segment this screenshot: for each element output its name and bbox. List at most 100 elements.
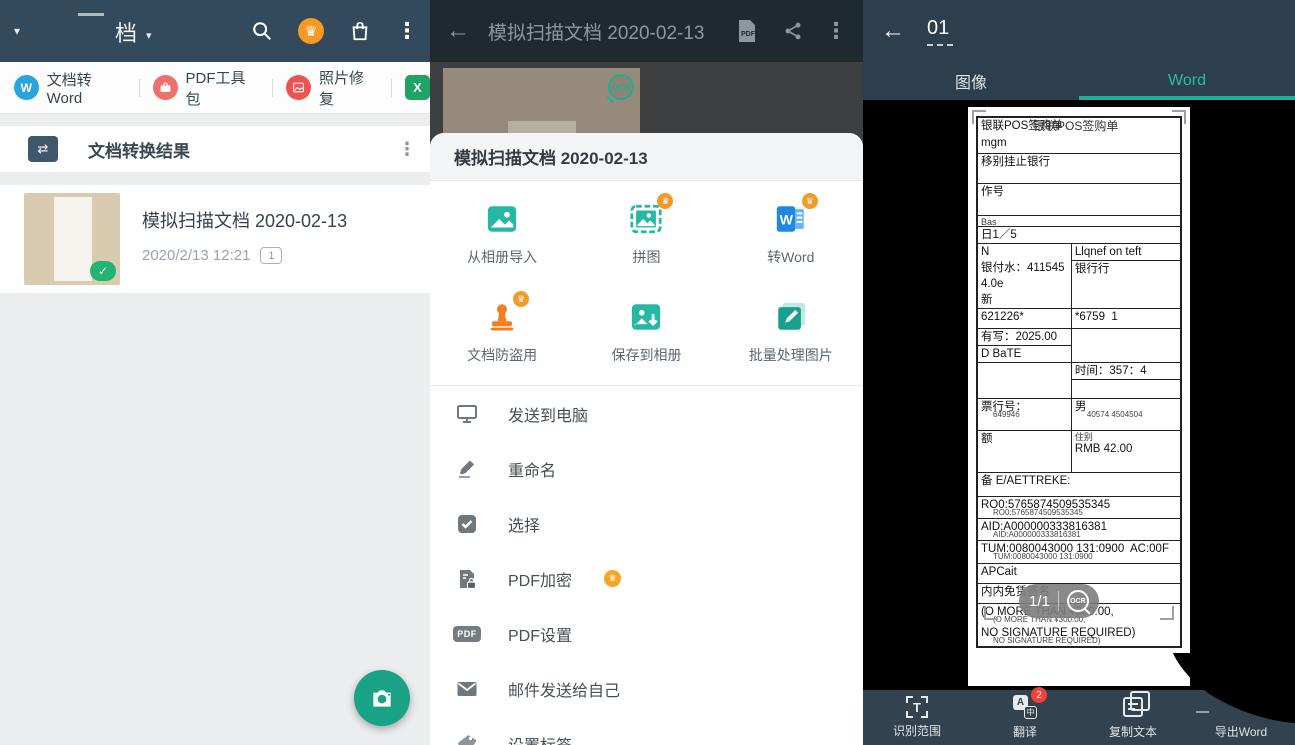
receipt-cell: 银联POS签购单银联POS签购单mgm	[978, 118, 1180, 153]
action-batch-process[interactable]: 批量处理图片	[719, 283, 863, 381]
receipt-row: RO0:5765874509535345RO0:5765874509535345	[978, 497, 1180, 519]
tab-word[interactable]: Word	[1079, 62, 1295, 100]
camera-fab[interactable]	[354, 670, 410, 726]
toolbar-label: 导出Word	[1215, 723, 1267, 740]
statusbar-artifact	[78, 13, 104, 16]
tool-photo-repair[interactable]: 照片修复	[286, 67, 378, 109]
receipt-text-line: 作号	[978, 184, 1180, 200]
back-icon[interactable]: ←	[446, 17, 470, 45]
action-pdf-encrypt[interactable]: PDF加密 ♛	[430, 551, 863, 606]
receipt-cell: Bas	[978, 216, 1180, 226]
chevron-down-icon[interactable]: ▾	[14, 24, 20, 38]
action-rename[interactable]: 重命名	[430, 441, 863, 496]
receipt-paper	[54, 197, 92, 281]
svg-text:W: W	[779, 213, 793, 229]
receipt-cell: 日1／5	[978, 227, 1180, 243]
receipt-cell: APCait	[978, 564, 1180, 583]
notification-badge: 2	[1031, 687, 1047, 703]
divider	[272, 79, 273, 97]
action-label: 批量处理图片	[749, 345, 833, 365]
sheet-action-list: 发送到电脑 重命名 选择	[430, 386, 863, 745]
batch-edit-icon	[773, 299, 809, 335]
copy-text-button[interactable]: 复制文本	[1079, 690, 1187, 745]
editable-title[interactable]: 01	[927, 17, 953, 46]
premium-crown-icon: ♛	[513, 291, 529, 307]
receipt-row: 备 E/AETTREKE:	[978, 473, 1180, 497]
receipt-cell: 有写：2025.00D BaTE	[978, 329, 1071, 362]
section-overflow-icon[interactable]: ⋮	[398, 140, 416, 158]
receipt-row: 移别挂止银行	[978, 154, 1180, 184]
tag-icon	[454, 731, 480, 745]
tool-doc-to-word[interactable]: W 文档转Word	[14, 69, 126, 107]
search-icon[interactable]	[248, 17, 276, 45]
receipt-row: 票行号：649946男40574 4504504	[978, 399, 1180, 431]
ocr-badge-icon: OCR	[608, 74, 634, 100]
action-save-to-album[interactable]: 保存到相册	[574, 283, 718, 381]
receipt-cell: 住别RMB 42.00	[1071, 431, 1180, 472]
action-collage[interactable]: ♛ 拼图	[574, 185, 718, 283]
receipt-row: 有写：2025.00D BaTE	[978, 329, 1180, 363]
quick-tools-bar: W 文档转Word PDF工具包 照片修复 X	[0, 62, 430, 114]
action-label: 发送到电脑	[508, 402, 588, 426]
save-image-icon	[628, 299, 664, 335]
action-label: 重命名	[508, 457, 556, 481]
action-anti-theft[interactable]: ♛ 文档防盗用	[430, 283, 574, 381]
overflow-menu-icon[interactable]: ⋮	[825, 20, 847, 42]
receipt-text-line	[1072, 329, 1180, 330]
screenshot-root: ▾ 档▾ ♛ ⋮ W 文档转Word	[0, 0, 1295, 745]
ocr-page-viewport[interactable]: 银联POS签购单银联POS签购单mgm移别挂止银行作号 Bas日1／5N银付水：4…	[863, 100, 1295, 690]
envelope-icon	[454, 676, 480, 702]
page-indicator-pill[interactable]: 1/1 OCR	[1019, 584, 1099, 618]
document-date: 2020/2/13 12:21	[142, 247, 250, 264]
tool-pdf-kit[interactable]: PDF工具包	[153, 67, 259, 109]
receipt-cell	[1071, 329, 1180, 362]
panel-document-actions: ← 模拟扫描文档 2020-02-13 PDF ⋮ OCR 模拟扫描文档 202…	[430, 0, 863, 745]
divider	[139, 79, 140, 97]
dimmed-document-preview: OCR	[430, 62, 863, 133]
translate-button[interactable]: A 中 2 翻译	[971, 690, 1079, 745]
action-import-from-album[interactable]: 从相册导入	[430, 185, 574, 283]
overflow-menu-icon[interactable]: ⋮	[396, 20, 418, 42]
action-label: 邮件发送给自己	[508, 677, 620, 701]
receipt-cell: N银付水：4115454.0e新	[978, 244, 1071, 308]
sheet-action-grid: 从相册导入 ♛ 拼图 W ♛ 转Word	[430, 181, 863, 381]
shopping-bag-icon[interactable]	[346, 17, 374, 45]
action-pdf-settings[interactable]: PDF PDF设置	[430, 606, 863, 661]
tab-image[interactable]: 图像	[863, 62, 1079, 100]
recognize-area-button[interactable]: T 识别范围	[863, 690, 971, 745]
action-to-word[interactable]: W ♛ 转Word	[719, 185, 863, 283]
receipt-cell: *6759 1	[1071, 309, 1180, 328]
receipt-text-line: 银行行	[1072, 261, 1180, 277]
receipt-text-line: APCait	[978, 564, 1180, 580]
panel-ocr-result: ← 01 图像 Word 银联POS签购单银联POS签购单mgm移别挂止银行作号…	[863, 0, 1295, 745]
document-list-item[interactable]: ✓ 模拟扫描文档 2020-02-13 2020/2/13 12:21 1	[0, 185, 430, 293]
export-word-button[interactable]: 导出Word	[1187, 690, 1295, 745]
action-label: PDF设置	[508, 622, 572, 646]
action-select[interactable]: 选择	[430, 496, 863, 551]
tool-excel[interactable]: X	[405, 75, 430, 100]
action-email-to-self[interactable]: 邮件发送给自己	[430, 661, 863, 716]
receipt-cell: Llqnef on teft银行行	[1071, 244, 1180, 308]
action-send-to-pc[interactable]: 发送到电脑	[430, 386, 863, 441]
share-icon[interactable]	[779, 17, 807, 45]
svg-text:PDF: PDF	[741, 31, 756, 38]
receipt-cell: 票行号：649946	[978, 399, 1071, 430]
document-title: 模拟扫描文档 2020-02-13	[142, 207, 347, 233]
pdf-chip-icon: PDF	[454, 621, 480, 647]
word-icon: W	[14, 75, 39, 100]
receipt-text-line: 时间：357：4	[1072, 363, 1180, 380]
conversion-results-header[interactable]: ⇄ 文档转换结果 ⋮	[0, 126, 430, 172]
crop-corner-icon	[1172, 110, 1186, 124]
pdf-file-icon[interactable]: PDF	[733, 17, 761, 45]
receipt-row: 银联POS签购单银联POS签购单mgm	[978, 118, 1180, 154]
receipt-row: TUM:0080043000 131:0900 AC:00FTUM:008004…	[978, 541, 1180, 563]
action-set-tags[interactable]: 设置标签	[430, 716, 863, 745]
ocr-zoom-icon[interactable]: OCR	[1067, 590, 1089, 612]
tool-label: PDF工具包	[186, 67, 260, 109]
back-icon[interactable]: ←	[881, 17, 905, 45]
premium-crown-icon: ♛	[802, 193, 818, 209]
crop-corner-icon	[984, 606, 998, 620]
premium-crown-icon[interactable]: ♛	[298, 18, 324, 44]
folder-title[interactable]: 档▾	[115, 16, 153, 48]
briefcase-icon	[153, 75, 178, 100]
